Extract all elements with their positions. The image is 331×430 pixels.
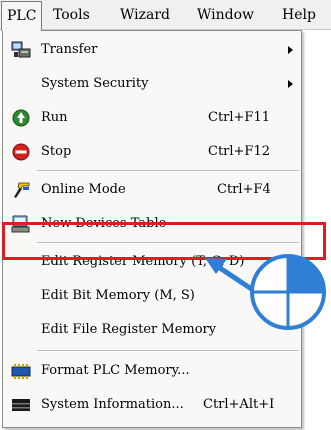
menu-item-system-security[interactable]: System Security: [3, 67, 301, 101]
menu-item-label: Transfer: [41, 42, 98, 57]
menu-wizard[interactable]: Wizard: [120, 0, 170, 30]
menu-item-label: System Security: [41, 76, 149, 91]
menu-plc[interactable]: PLC: [1, 1, 43, 31]
menu-tools[interactable]: Tools: [53, 0, 90, 30]
menu-item-shortcut: Ctrl+F12: [208, 144, 270, 159]
menu-item-online-mode[interactable]: Online Mode Ctrl+F4: [3, 173, 301, 207]
menu-item-shortcut: Ctrl+F11: [208, 110, 270, 125]
menu-help[interactable]: Help: [282, 0, 316, 30]
mouse-click-indicator: [205, 254, 326, 330]
menu-item-label: Format PLC Memory...: [41, 363, 190, 378]
menu-item-label: Edit Bit Memory (M, S): [41, 288, 195, 303]
menu-separator: [37, 170, 299, 172]
mouse-icon: [250, 254, 326, 330]
menu-item-label: Run: [41, 110, 68, 125]
menu-item-run[interactable]: Run Ctrl+F11: [3, 101, 301, 135]
menu-item-stop[interactable]: Stop Ctrl+F12: [3, 135, 301, 169]
menu-item-system-information[interactable]: System Information... Ctrl+Alt+I: [3, 388, 301, 422]
submenu-arrow-icon: [288, 46, 293, 54]
menu-window[interactable]: Window: [197, 0, 254, 30]
menu-item-shortcut: Ctrl+F4: [217, 182, 271, 197]
online-mode-icon: [11, 181, 31, 199]
menu-item-transfer[interactable]: Transfer: [3, 33, 301, 67]
format-memory-icon: [11, 362, 31, 380]
menu-item-shortcut: Ctrl+Alt+I: [203, 397, 275, 412]
stop-icon: [11, 143, 31, 161]
menu-item-label: System Information...: [41, 397, 184, 412]
menu-item-label: Stop: [41, 144, 72, 159]
submenu-arrow-icon: [288, 80, 293, 88]
run-icon: [11, 109, 31, 127]
system-info-icon: [11, 396, 31, 414]
menu-item-label: Online Mode: [41, 182, 126, 197]
menu-item-label: Edit File Register Memory: [41, 322, 217, 337]
menu-bar: PLC Tools Wizard Window Help: [0, 0, 331, 31]
transfer-icon: [11, 41, 31, 59]
